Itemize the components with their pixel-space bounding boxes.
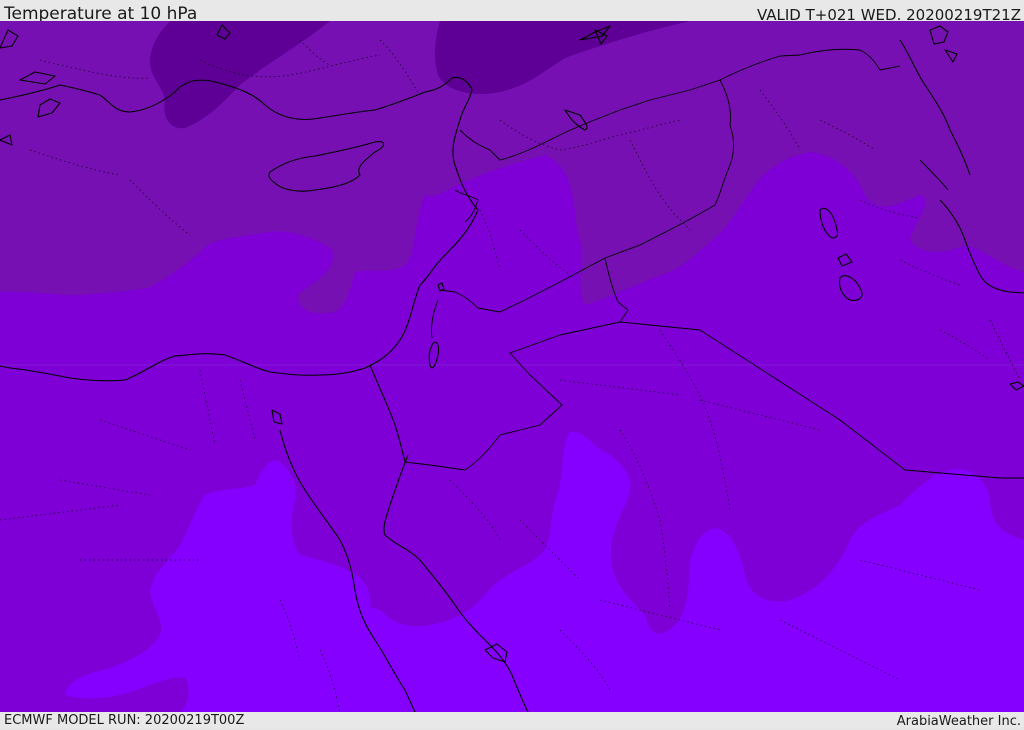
model-run: ECMWF MODEL RUN: 20200219T00Z xyxy=(4,713,245,728)
map-panel[interactable] xyxy=(0,21,1024,712)
header-bar: Temperature at 10 hPa VALID T+021 WED. 2… xyxy=(0,0,1024,24)
temperature-map[interactable] xyxy=(0,21,1024,712)
footer-bar: ECMWF MODEL RUN: 20200219T00Z ArabiaWeat… xyxy=(0,712,1024,729)
provider-credit: ArabiaWeather Inc. xyxy=(896,714,1021,729)
